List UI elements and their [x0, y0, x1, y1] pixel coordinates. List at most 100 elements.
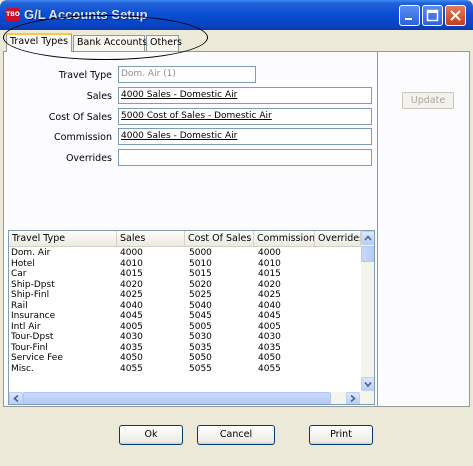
- cell-commission: 4000: [258, 248, 281, 258]
- commission-label: Commission: [54, 132, 112, 143]
- scroll-right-button[interactable]: [346, 392, 360, 404]
- dialog-footer: Ok Cancel Print: [3, 408, 470, 460]
- cell-sales: 4045: [120, 311, 143, 321]
- cell-sales: 4025: [120, 290, 143, 300]
- overrides-label: Overrides: [65, 153, 112, 164]
- cost-of-sales-label: Cost Of Sales: [48, 112, 112, 123]
- cell-sales: 4000: [120, 248, 143, 258]
- horizontal-scrollbar[interactable]: [9, 392, 374, 404]
- table-row[interactable]: Dom. Air 4000 5000 4000: [9, 248, 361, 259]
- table-row[interactable]: Insurance 4045 5045 4045: [9, 311, 361, 322]
- cell-commission: 4030: [258, 332, 281, 342]
- cell-commission: 4040: [258, 300, 281, 311]
- cell-travel-type: Tour-Finl: [11, 342, 48, 353]
- cell-sales: 4030: [120, 332, 143, 342]
- travel-types-panel: Travel Type Dom. Air (1) Sales 4000 Sale…: [3, 51, 470, 407]
- cell-sales: 4010: [120, 258, 143, 269]
- travel-type-label: Travel Type: [58, 70, 112, 81]
- title-bar[interactable]: TBO G/L Accounts Setup: [0, 0, 473, 30]
- update-button[interactable]: Update: [402, 92, 454, 109]
- scroll-down-button[interactable]: [361, 377, 374, 391]
- cell-sales: 4005: [120, 321, 143, 332]
- cell-travel-type: Rail: [11, 300, 28, 311]
- cell-commission: 4020: [258, 279, 281, 290]
- column-header-sales[interactable]: Sales: [117, 231, 185, 247]
- cell-travel-type: Misc.: [11, 363, 34, 374]
- column-header-travel-type[interactable]: Travel Type: [9, 231, 117, 247]
- app-icon: TBO: [6, 8, 20, 21]
- column-header-commission[interactable]: Commission: [254, 231, 315, 247]
- cancel-button[interactable]: Cancel: [197, 425, 275, 445]
- cell-travel-type: Tour-Dpst: [11, 332, 54, 342]
- cell-cost-of-sales: 5000: [189, 248, 212, 258]
- ok-button[interactable]: Ok: [119, 425, 183, 445]
- scroll-left-button[interactable]: [9, 392, 23, 404]
- maximize-icon: [426, 9, 439, 22]
- cell-travel-type: Hotel: [11, 258, 35, 269]
- cell-sales: 4015: [120, 269, 143, 279]
- column-header-overrides[interactable]: Overrides: [315, 231, 361, 247]
- grid-rows: Dom. Air 4000 5000 4000 Hotel 4010 5010 4010 C…: [9, 248, 361, 374]
- cell-commission: 4055: [258, 363, 281, 374]
- sales-label: Sales: [86, 91, 112, 102]
- cell-travel-type: Car: [11, 269, 27, 279]
- cell-cost-of-sales: 5050: [189, 353, 212, 363]
- cell-cost-of-sales: 5010: [189, 258, 212, 269]
- cell-commission: 4015: [258, 269, 281, 279]
- print-button[interactable]: Print: [309, 425, 373, 445]
- cell-sales: 4035: [120, 342, 143, 353]
- table-row[interactable]: Misc. 4055 5055 4055: [9, 364, 361, 375]
- chevron-left-icon: [13, 394, 19, 403]
- overrides-field[interactable]: [118, 149, 372, 166]
- cell-cost-of-sales: 5005: [189, 321, 212, 332]
- table-row[interactable]: Service Fee 4050 5050 4050: [9, 353, 361, 364]
- table-row[interactable]: Tour-Dpst 4030 5030 4030: [9, 332, 361, 343]
- tab-others[interactable]: Others: [146, 35, 182, 51]
- chevron-down-icon: [364, 381, 372, 388]
- maximize-button[interactable]: [422, 5, 443, 26]
- table-row[interactable]: Car 4015 5015 4015: [9, 269, 361, 280]
- cell-sales: 4020: [120, 279, 143, 290]
- minimize-button[interactable]: [399, 5, 420, 26]
- commission-field[interactable]: 4000 Sales - Domestic Air: [118, 128, 372, 145]
- cell-cost-of-sales: 5045: [189, 311, 212, 321]
- cell-cost-of-sales: 5020: [189, 279, 212, 290]
- cell-travel-type: Ship-Finl: [11, 290, 50, 300]
- chevron-right-icon: [350, 394, 356, 403]
- close-button[interactable]: [445, 5, 466, 26]
- table-row[interactable]: Ship-Dpst 4020 5020 4020: [9, 280, 361, 291]
- tab-travel-types[interactable]: Travel Types: [6, 33, 72, 52]
- close-icon: [450, 10, 461, 21]
- cell-commission: 4005: [258, 321, 281, 332]
- travel-types-grid[interactable]: Travel Type Sales Cost Of Sales Commissi…: [8, 230, 375, 405]
- table-row[interactable]: Intl Air 4005 5005 4005: [9, 322, 361, 333]
- travel-type-field[interactable]: Dom. Air (1): [118, 66, 256, 83]
- cell-commission: 4025: [258, 290, 281, 300]
- cell-cost-of-sales: 5015: [189, 269, 212, 279]
- table-row[interactable]: Rail 4040 5040 4040: [9, 301, 361, 312]
- cell-travel-type: Dom. Air: [11, 248, 51, 258]
- column-header-cost-of-sales[interactable]: Cost Of Sales: [185, 231, 254, 247]
- vertical-scrollbar[interactable]: [361, 231, 374, 392]
- cell-travel-type: Ship-Dpst: [11, 279, 55, 290]
- grid-header: Travel Type Sales Cost Of Sales Commissi…: [9, 231, 361, 247]
- table-row[interactable]: Tour-Finl 4035 5035 4035: [9, 343, 361, 354]
- cost-of-sales-field[interactable]: 5000 Cost of Sales - Domestic Air: [118, 108, 372, 125]
- cell-sales: 4050: [120, 353, 143, 363]
- cell-travel-type: Intl Air: [11, 321, 41, 332]
- cell-commission: 4010: [258, 258, 281, 269]
- cell-cost-of-sales: 5025: [189, 290, 212, 300]
- vertical-scroll-thumb[interactable]: [361, 246, 374, 262]
- horizontal-scroll-thumb[interactable]: [23, 392, 331, 404]
- scroll-up-button[interactable]: [361, 231, 374, 245]
- cell-cost-of-sales: 5030: [189, 332, 212, 342]
- sales-field[interactable]: 4000 Sales - Domestic Air: [118, 87, 372, 104]
- cell-commission: 4050: [258, 353, 281, 363]
- cell-cost-of-sales: 5055: [189, 363, 212, 374]
- cell-sales: 4040: [120, 300, 143, 311]
- table-row[interactable]: Hotel 4010 5010 4010: [9, 259, 361, 270]
- cell-cost-of-sales: 5035: [189, 342, 212, 353]
- chevron-up-icon: [364, 235, 372, 241]
- tab-bank-accounts[interactable]: Bank Accounts: [73, 35, 147, 51]
- table-row[interactable]: Ship-Finl 4025 5025 4025: [9, 290, 361, 301]
